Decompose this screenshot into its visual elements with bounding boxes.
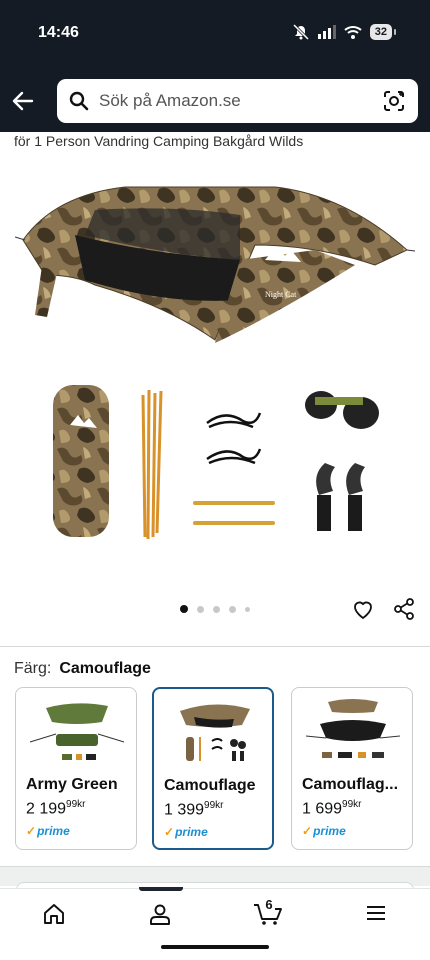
carabiners-image xyxy=(316,463,365,531)
carousel-dot[interactable] xyxy=(213,605,220,613)
heart-icon[interactable] xyxy=(351,597,375,621)
signal-icon xyxy=(317,25,336,39)
back-arrow-icon[interactable] xyxy=(10,88,36,114)
account-icon[interactable] xyxy=(148,902,172,926)
battery-indicator: 32 xyxy=(369,24,397,40)
variant-thumbnail xyxy=(180,704,250,761)
variant-card-army-green[interactable]: Army Green 2 19999kr ✓prime xyxy=(15,687,137,850)
carousel-dot[interactable] xyxy=(197,605,204,613)
tree-straps-image xyxy=(305,391,379,429)
prime-label: prime xyxy=(175,825,208,839)
price-cents: 99 xyxy=(204,800,216,811)
camera-search-icon[interactable] xyxy=(382,89,406,113)
mute-bell-icon xyxy=(292,24,309,40)
active-tab-indicator xyxy=(139,887,183,891)
brand-logo-text: Night Cat xyxy=(265,290,297,299)
color-selector-label: Färg: Camouflage xyxy=(14,660,151,678)
price-main: 2 199 xyxy=(26,800,67,818)
stakes-image xyxy=(193,501,275,525)
prime-badge: ✓prime xyxy=(164,825,208,839)
variant-thumbnail xyxy=(29,703,125,760)
prime-check-icon: ✓ xyxy=(302,824,313,838)
price-main: 1 399 xyxy=(164,801,205,819)
image-carousel-dots xyxy=(180,605,250,613)
product-title: för 1 Person Vandring Camping Bakgård Wi… xyxy=(14,133,304,149)
selected-color: Camouflage xyxy=(59,660,151,677)
stuff-sack-image xyxy=(53,385,109,537)
product-image-gallery[interactable]: Night Cat xyxy=(15,165,415,585)
variant-card-camouflage[interactable]: Camouflage 1 39999kr ✓prime xyxy=(152,687,274,850)
price-currency: kr xyxy=(353,799,362,810)
poles-image xyxy=(141,389,163,540)
variant-name: Camouflag... xyxy=(302,776,399,793)
price-cents: 99 xyxy=(342,799,354,810)
variant-price: 1 39999kr xyxy=(164,800,224,819)
search-bar[interactable]: Sök på Amazon.se xyxy=(57,79,418,123)
search-input[interactable]: Sök på Amazon.se xyxy=(99,91,241,111)
home-indicator xyxy=(161,945,269,949)
cart-count: 6 xyxy=(265,897,273,912)
prime-check-icon: ✓ xyxy=(26,824,37,838)
app-header: 14:46 32 Sök på Amazon.se xyxy=(0,0,430,132)
share-icon[interactable] xyxy=(392,597,416,621)
color-variant-list: Army Green 2 19999kr ✓prime Camouflage 1… xyxy=(15,687,430,853)
menu-icon[interactable] xyxy=(365,902,387,924)
price-currency: kr xyxy=(215,800,224,811)
status-icons: 32 xyxy=(292,24,397,40)
hammock-tent-image: Night Cat xyxy=(15,186,415,343)
prime-badge: ✓prime xyxy=(302,824,346,838)
carousel-dot-active[interactable] xyxy=(180,605,188,613)
variant-thumbnail xyxy=(305,699,401,758)
search-icon xyxy=(69,91,89,111)
price-main: 1 699 xyxy=(302,800,343,818)
prime-badge: ✓prime xyxy=(26,824,70,838)
carousel-dot[interactable] xyxy=(245,606,250,612)
price-cents: 99 xyxy=(66,799,78,810)
prime-label: prime xyxy=(313,824,346,838)
wifi-icon xyxy=(344,26,362,39)
variant-price: 2 19999kr xyxy=(26,799,86,818)
section-divider xyxy=(0,646,430,647)
prime-label: prime xyxy=(37,824,70,838)
price-currency: kr xyxy=(77,799,86,810)
variant-name: Army Green xyxy=(26,776,118,793)
cords-image xyxy=(206,412,262,465)
status-bar: 14:46 32 xyxy=(0,0,430,66)
variant-name: Camouflage xyxy=(164,777,256,794)
variant-card-camouflage-alt[interactable]: Camouflag... 1 69999kr ✓prime xyxy=(291,687,413,850)
home-icon[interactable] xyxy=(42,902,66,926)
status-time: 14:46 xyxy=(38,24,79,41)
carousel-dot[interactable] xyxy=(229,605,236,613)
variant-price: 1 69999kr xyxy=(302,799,362,818)
color-label: Färg: xyxy=(14,660,52,677)
prime-check-icon: ✓ xyxy=(164,825,175,839)
